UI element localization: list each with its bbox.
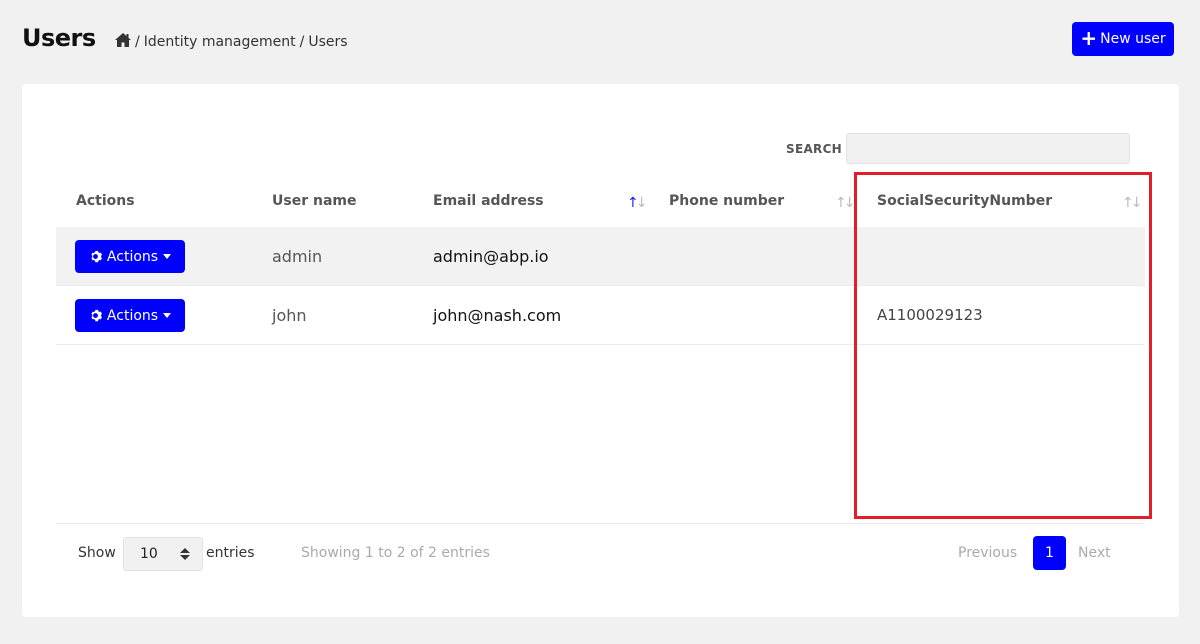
column-header-username[interactable]: User name xyxy=(272,193,356,209)
pagination-previous[interactable]: Previous xyxy=(958,545,1017,561)
page-size-value: 10 xyxy=(140,546,158,562)
highlight-annotation-box xyxy=(854,172,1152,519)
new-user-button[interactable]: + New user xyxy=(1072,22,1174,56)
home-icon[interactable] xyxy=(115,33,131,51)
actions-button[interactable]: Actions xyxy=(75,299,185,332)
entries-label: entries xyxy=(206,545,255,561)
column-header-email[interactable]: Email address xyxy=(433,193,544,209)
divider xyxy=(56,523,1145,524)
gear-icon xyxy=(91,309,102,322)
pagination-next[interactable]: Next xyxy=(1078,545,1111,561)
pagination-page-1[interactable]: 1 xyxy=(1033,536,1066,570)
table-info: Showing 1 to 2 of 2 entries xyxy=(301,545,490,561)
sort-icon[interactable]: ↑↓ xyxy=(835,195,855,211)
cell-username: admin xyxy=(272,247,323,266)
cell-email: john@nash.com xyxy=(433,306,562,325)
cell-email: admin@abp.io xyxy=(433,247,549,266)
new-user-label: New user xyxy=(1100,31,1166,47)
actions-button[interactable]: Actions xyxy=(75,240,185,273)
search-input[interactable] xyxy=(846,133,1130,164)
gear-icon xyxy=(91,250,102,263)
show-label: Show xyxy=(78,545,116,561)
breadcrumb-item-users: Users xyxy=(308,34,348,50)
breadcrumb-separator: / xyxy=(299,34,305,50)
breadcrumb: / Identity management / Users xyxy=(115,33,348,51)
select-arrows-icon xyxy=(180,548,190,560)
plus-icon: + xyxy=(1080,26,1098,50)
actions-label: Actions xyxy=(106,248,159,265)
actions-label: Actions xyxy=(106,307,159,324)
column-header-phone[interactable]: Phone number xyxy=(669,193,784,209)
cell-username: john xyxy=(272,306,307,325)
breadcrumb-separator: / xyxy=(135,34,140,50)
caret-down-icon xyxy=(163,254,172,259)
column-header-actions: Actions xyxy=(76,193,135,209)
search-label: SEARCH xyxy=(786,142,843,156)
users-card: SEARCH Actions User name Email address ↑… xyxy=(22,84,1179,617)
caret-down-icon xyxy=(163,313,172,318)
page-title: Users xyxy=(22,24,96,52)
breadcrumb-item-identity-management[interactable]: Identity management xyxy=(144,34,296,50)
page-size-select[interactable]: 10 xyxy=(123,537,203,571)
sort-asc-icon[interactable]: ↑↓ xyxy=(627,195,647,211)
